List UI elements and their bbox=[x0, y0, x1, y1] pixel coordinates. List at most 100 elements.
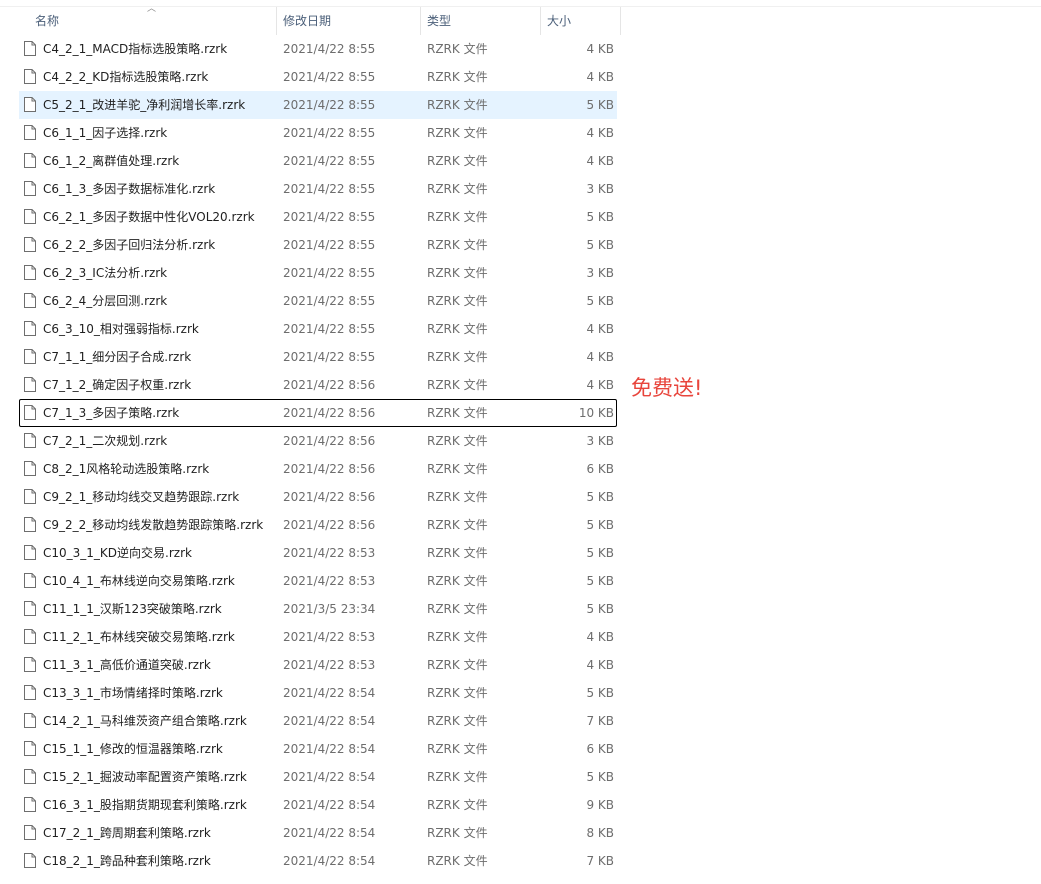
file-type: RZRK 文件 bbox=[427, 126, 488, 140]
file-type: RZRK 文件 bbox=[427, 686, 488, 700]
file-name: C6_2_1_多因子数据中性化VOL20.rzrk bbox=[43, 210, 255, 224]
file-row[interactable]: C11_2_1_布林线突破交易策略.rzrk 2021/4/22 8:53 RZRK… bbox=[19, 623, 617, 651]
file-icon bbox=[24, 685, 36, 700]
file-date: 2021/4/22 8:56 bbox=[283, 406, 376, 420]
file-size: 4 KB bbox=[586, 154, 614, 168]
file-row[interactable]: C6_1_1_因子选择.rzrk 2021/4/22 8:55 RZRK 文件 4 K… bbox=[19, 119, 617, 147]
file-size: 4 KB bbox=[586, 126, 614, 140]
file-row[interactable]: C4_2_2_KD指标选股策略.rzrk 2021/4/22 8:55 RZRK 文… bbox=[19, 63, 617, 91]
file-row[interactable]: C6_2_3_IC法分析.rzrk 2021/4/22 8:55 RZRK 文件 3 … bbox=[19, 259, 617, 287]
file-icon bbox=[24, 209, 36, 224]
column-divider[interactable] bbox=[620, 7, 621, 35]
file-size: 4 KB bbox=[586, 70, 614, 84]
file-name: C15_2_1_掘波动率配置资产策略.rzrk bbox=[43, 770, 247, 784]
file-date: 2021/4/22 8:56 bbox=[283, 518, 376, 532]
file-row[interactable]: C6_1_2_离群值处理.rzrk 2021/4/22 8:55 RZRK 文件 4 … bbox=[19, 147, 617, 175]
file-name: C6_1_1_因子选择.rzrk bbox=[43, 126, 168, 140]
file-name: C6_3_10_相对强弱指标.rzrk bbox=[43, 322, 199, 336]
file-row[interactable]: C5_2_1_改进羊驼_净利润增长率.rzrk 2021/4/22 8:55 RZR… bbox=[19, 91, 617, 119]
column-divider[interactable] bbox=[420, 7, 421, 35]
file-row[interactable]: C17_2_1_跨周期套利策略.rzrk 2021/4/22 8:54 RZRK 文… bbox=[19, 819, 617, 847]
file-row[interactable]: C18_2_1_跨品种套利策略.rzrk 2021/4/22 8:54 RZRK 文… bbox=[19, 847, 617, 875]
file-type: RZRK 文件 bbox=[427, 350, 488, 364]
file-icon bbox=[24, 517, 36, 532]
file-row[interactable]: C14_2_1_马科维茨资产组合策略.rzrk 2021/4/22 8:54 RZR… bbox=[19, 707, 617, 735]
file-type: RZRK 文件 bbox=[427, 322, 488, 336]
file-row[interactable]: C4_2_1_MACD指标选股策略.rzrk 2021/4/22 8:55 RZRK… bbox=[19, 35, 617, 63]
file-name: C7_1_2_确定因子权重.rzrk bbox=[43, 378, 192, 392]
file-type: RZRK 文件 bbox=[427, 42, 488, 56]
file-date: 2021/4/22 8:54 bbox=[283, 770, 376, 784]
file-size: 5 KB bbox=[586, 238, 614, 252]
column-date-header[interactable]: 修改日期 bbox=[283, 7, 418, 35]
file-size: 10 KB bbox=[578, 406, 614, 420]
file-row[interactable]: C15_2_1_掘波动率配置资产策略.rzrk 2021/4/22 8:54 RZR… bbox=[19, 763, 617, 791]
file-row[interactable]: C7_1_2_确定因子权重.rzrk 2021/4/22 8:56 RZRK 文件 4… bbox=[19, 371, 617, 399]
file-size: 3 KB bbox=[586, 434, 614, 448]
file-row[interactable]: C9_2_1_移动均线交叉趋势跟踪.rzrk 2021/4/22 8:56 RZRK… bbox=[19, 483, 617, 511]
file-size: 5 KB bbox=[586, 518, 614, 532]
file-type: RZRK 文件 bbox=[427, 546, 488, 560]
file-size: 7 KB bbox=[586, 854, 614, 868]
file-row[interactable]: C8_2_1风格轮动选股策略.rzrk 2021/4/22 8:56 RZRK 文件… bbox=[19, 455, 617, 483]
file-name: C17_2_1_跨周期套利策略.rzrk bbox=[43, 826, 211, 840]
file-row[interactable]: C16_3_1_股指期货期现套利策略.rzrk 2021/4/22 8:54 RZR… bbox=[19, 791, 617, 819]
file-row[interactable]: C6_3_10_相对强弱指标.rzrk 2021/4/22 8:55 RZRK 文件… bbox=[19, 315, 617, 343]
file-type: RZRK 文件 bbox=[427, 266, 488, 280]
file-size: 4 KB bbox=[586, 42, 614, 56]
file-row[interactable]: C7_1_1_细分因子合成.rzrk 2021/4/22 8:55 RZRK 文件 4… bbox=[19, 343, 617, 371]
file-date: 2021/4/22 8:56 bbox=[283, 462, 376, 476]
file-icon bbox=[24, 41, 36, 56]
file-icon bbox=[24, 265, 36, 280]
file-name: C6_2_4_分层回测.rzrk bbox=[43, 294, 168, 308]
file-type: RZRK 文件 bbox=[427, 238, 488, 252]
file-icon bbox=[24, 629, 36, 644]
file-row[interactable]: C13_3_1_市场情绪择时策略.rzrk 2021/4/22 8:54 RZRK … bbox=[19, 679, 617, 707]
file-name: C9_2_2_移动均线发散趋势跟踪策略.rzrk bbox=[43, 518, 264, 532]
file-type: RZRK 文件 bbox=[427, 490, 488, 504]
file-type: RZRK 文件 bbox=[427, 826, 488, 840]
file-icon bbox=[24, 377, 36, 392]
file-row[interactable]: C10_4_1_布林线逆向交易策略.rzrk 2021/4/22 8:53 RZRK… bbox=[19, 567, 617, 595]
file-row[interactable]: C6_2_1_多因子数据中性化VOL20.rzrk 2021/4/22 8:55 R… bbox=[19, 203, 617, 231]
column-type-header[interactable]: 类型 bbox=[427, 7, 537, 35]
file-row[interactable]: C15_1_1_修改的恒温器策略.rzrk 2021/4/22 8:54 RZRK … bbox=[19, 735, 617, 763]
file-row[interactable]: C9_2_2_移动均线发散趋势跟踪策略.rzrk 2021/4/22 8:56 RZ… bbox=[19, 511, 617, 539]
column-divider[interactable] bbox=[540, 7, 541, 35]
file-name: C13_3_1_市场情绪择时策略.rzrk bbox=[43, 686, 223, 700]
file-name: C6_2_2_多因子回归法分析.rzrk bbox=[43, 238, 216, 252]
file-icon bbox=[24, 797, 36, 812]
file-size: 3 KB bbox=[586, 266, 614, 280]
file-row[interactable]: C11_1_1_汉斯123突破策略.rzrk 2021/3/5 23:34 RZRK… bbox=[19, 595, 617, 623]
file-date: 2021/4/22 8:53 bbox=[283, 658, 376, 672]
column-divider[interactable] bbox=[276, 7, 277, 35]
file-icon bbox=[24, 545, 36, 560]
file-row[interactable]: C11_3_1_高低价通道突破.rzrk 2021/4/22 8:53 RZRK 文… bbox=[19, 651, 617, 679]
file-name: C8_2_1风格轮动选股策略.rzrk bbox=[43, 462, 210, 476]
sort-ascending-icon: ︿ bbox=[147, 4, 157, 14]
file-row[interactable]: C7_2_1_二次规划.rzrk 2021/4/22 8:56 RZRK 文件 3 K… bbox=[19, 427, 617, 455]
column-size-header[interactable]: 大小 bbox=[547, 7, 617, 35]
file-name: C15_1_1_修改的恒温器策略.rzrk bbox=[43, 742, 223, 756]
file-size: 6 KB bbox=[586, 462, 614, 476]
file-size: 4 KB bbox=[586, 378, 614, 392]
file-row[interactable]: C6_2_4_分层回测.rzrk 2021/4/22 8:55 RZRK 文件 5 K… bbox=[19, 287, 617, 315]
file-name: C4_2_1_MACD指标选股策略.rzrk bbox=[43, 42, 228, 56]
file-type: RZRK 文件 bbox=[427, 378, 488, 392]
file-row[interactable]: C6_1_3_多因子数据标准化.rzrk 2021/4/22 8:55 RZRK 文… bbox=[19, 175, 617, 203]
file-size: 5 KB bbox=[586, 602, 614, 616]
file-size: 5 KB bbox=[586, 770, 614, 784]
file-row[interactable]: C7_1_3_多因子策略.rzrk 2021/4/22 8:56 RZRK 文件 10… bbox=[19, 399, 617, 427]
file-row[interactable]: C6_2_2_多因子回归法分析.rzrk 2021/4/22 8:55 RZRK 文… bbox=[19, 231, 617, 259]
file-row[interactable]: C10_3_1_KD逆向交易.rzrk 2021/4/22 8:53 RZRK 文件… bbox=[19, 539, 617, 567]
file-name: C11_1_1_汉斯123突破策略.rzrk bbox=[43, 602, 222, 616]
file-name: C11_3_1_高低价通道突破.rzrk bbox=[43, 658, 211, 672]
file-size: 5 KB bbox=[586, 98, 614, 112]
file-date: 2021/4/22 8:55 bbox=[283, 210, 376, 224]
file-date: 2021/4/22 8:56 bbox=[283, 378, 376, 392]
file-type: RZRK 文件 bbox=[427, 518, 488, 532]
file-date: 2021/4/22 8:55 bbox=[283, 322, 376, 336]
file-date: 2021/4/22 8:55 bbox=[283, 42, 376, 56]
file-icon bbox=[24, 181, 36, 196]
file-date: 2021/4/22 8:54 bbox=[283, 826, 376, 840]
